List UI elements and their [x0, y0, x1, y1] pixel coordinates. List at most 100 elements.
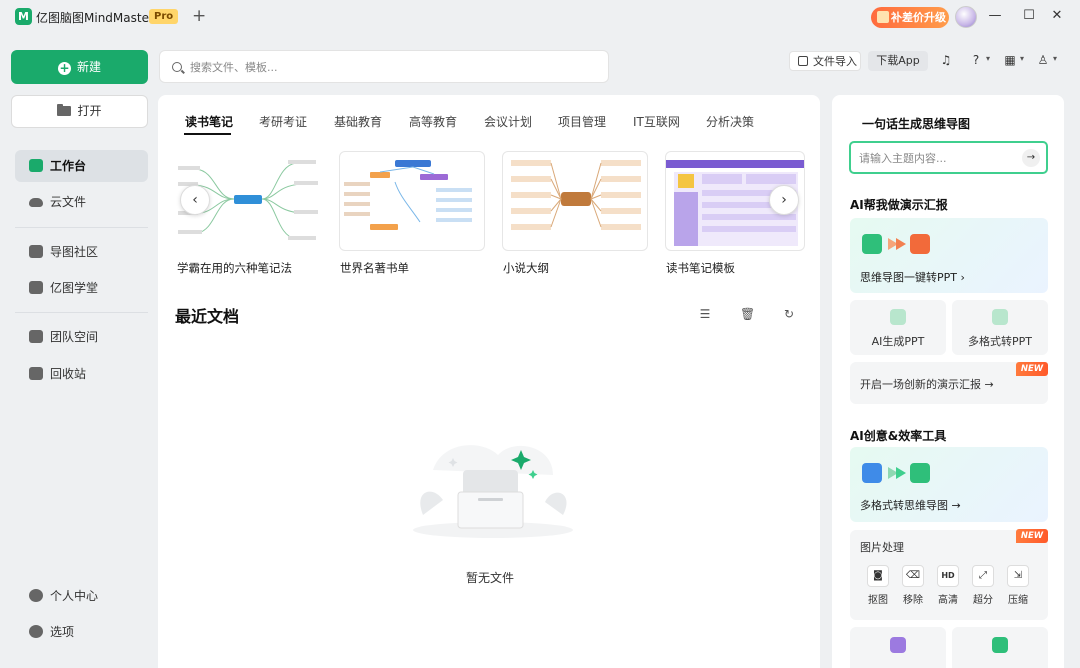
import-label: 文件导入 [813, 55, 857, 68]
app-name: 亿图脑图MindMaster [36, 11, 154, 25]
template-card-classics-booklist[interactable] [339, 151, 485, 251]
workbench-icon [29, 159, 43, 172]
new-badge: NEW [1016, 529, 1048, 543]
image-tool-compress[interactable]: ⇲ 压缩 [1005, 565, 1031, 606]
sidebar-item-school[interactable]: 亿图学堂 [15, 272, 148, 304]
upgrade-button[interactable]: 补差价升级 [871, 7, 949, 28]
refresh-icon[interactable]: ↻ [782, 307, 796, 321]
pro-badge: Pro [149, 9, 179, 24]
tab-exam[interactable]: 考研考证 [259, 113, 307, 130]
template-card-label: 世界名著书单 [340, 261, 409, 275]
carousel-prev-button[interactable]: ‹ [180, 185, 210, 215]
plus-icon: + [57, 61, 71, 75]
school-icon [29, 281, 43, 294]
sidebar-item-profile[interactable]: 个人中心 [15, 580, 148, 612]
tab-analysis-decision[interactable]: 分析决策 [706, 113, 754, 130]
image-tool-upscale[interactable]: ⤢ 超分 [970, 565, 996, 606]
search-bar[interactable] [159, 50, 609, 83]
theme-shirt-icon[interactable]: ♙ [1036, 53, 1050, 67]
open-label: 打开 [77, 104, 102, 118]
mindmap-to-ppt-label: 思维导图一键转PPT › [860, 271, 965, 284]
document-icon [890, 637, 906, 653]
list-view-icon[interactable]: ☰ [698, 307, 712, 321]
mindmap-to-ppt-icon [862, 234, 930, 254]
active-tab-indicator [184, 133, 231, 135]
sidebar-item-team[interactable]: 团队空间 [15, 321, 148, 353]
sidebar-item-community[interactable]: 导图社区 [15, 236, 148, 268]
gear-icon [29, 625, 43, 638]
upscale-icon: ⤢ [972, 565, 994, 587]
tab-reading-notes[interactable]: 读书笔记 [185, 113, 233, 130]
sidebar-item-trash[interactable]: 回收站 [15, 358, 148, 390]
ai-generate-title: 一句话生成思维导图 [862, 117, 971, 131]
sidebar-item-label: 团队空间 [50, 330, 99, 344]
image-tool-hd[interactable]: HD 高清 [935, 565, 961, 606]
format-to-mindmap-icon [862, 463, 930, 483]
download-app-button[interactable]: 下载App [868, 51, 928, 71]
ai-topic-input[interactable] [859, 150, 1019, 166]
ai-tools-title: AI创意&效率工具 [850, 429, 947, 443]
search-input[interactable] [190, 57, 590, 77]
ai-ppt-label: AI生成PPT [871, 335, 925, 348]
chevron-down-icon[interactable]: ▾ [1020, 54, 1024, 63]
sidebar-item-label: 工作台 [50, 159, 87, 173]
new-report-label: 开启一场创新的演示汇报 → [860, 378, 994, 391]
carousel-next-button[interactable]: › [769, 185, 799, 215]
minimize-button[interactable]: — [987, 8, 1003, 24]
multi-format-icon [992, 309, 1008, 325]
mindmap-thumbnail [511, 160, 641, 230]
multi-format-to-mindmap-card[interactable]: 多格式转思维导图 → [850, 447, 1048, 522]
tab-it-internet[interactable]: IT互联网 [633, 113, 680, 130]
apps-grid-icon[interactable]: ▦ [1003, 53, 1017, 67]
help-icon[interactable]: ? [969, 53, 983, 67]
sidebar-item-options[interactable]: 选项 [15, 616, 148, 648]
image-tool-label: 压缩 [1008, 595, 1028, 606]
user-icon [29, 589, 43, 602]
delete-icon[interactable]: 🗑 [740, 307, 755, 321]
compress-icon: ⇲ [1007, 565, 1029, 587]
folder-icon [57, 104, 72, 116]
ai-generate-ppt-card[interactable]: AI生成PPT [850, 300, 946, 355]
multi-format-to-ppt-card[interactable]: 多格式转PPT [952, 300, 1048, 355]
import-icon [798, 56, 808, 66]
tab-project-management[interactable]: 项目管理 [558, 113, 606, 130]
image-tool-label: 超分 [973, 595, 993, 606]
ai-topic-input-box[interactable]: → [849, 141, 1048, 174]
send-button[interactable]: → [1022, 149, 1040, 167]
avatar[interactable] [955, 6, 977, 28]
chevron-down-icon[interactable]: ▾ [986, 54, 990, 63]
new-tab-button[interactable]: + [192, 6, 206, 26]
hd-icon: HD [937, 565, 959, 587]
tab-meeting-plan[interactable]: 会议计划 [484, 113, 532, 130]
sidebar-item-label: 回收站 [50, 367, 87, 381]
sidebar-item-workbench[interactable]: 工作台 [15, 150, 148, 182]
maximize-button[interactable]: ☐ [1021, 8, 1037, 24]
tool-card-sheet[interactable] [952, 627, 1048, 668]
notification-bell-icon[interactable]: ♫ [939, 53, 953, 67]
multi-format-mindmap-label: 多格式转思维导图 → [860, 499, 961, 512]
team-icon [29, 330, 43, 343]
image-tool-remove[interactable]: ⌫ 移除 [900, 565, 926, 606]
divider [15, 312, 148, 313]
file-import-button[interactable]: 文件导入 [789, 51, 861, 71]
mindmap-thumbnail [344, 160, 472, 230]
template-card-label: 读书笔记模板 [666, 261, 735, 275]
cutout-icon: ◙ [867, 565, 889, 587]
template-card-novel-outline[interactable] [502, 151, 648, 251]
sidebar-item-cloud[interactable]: 云文件 [15, 186, 148, 218]
tab-basic-education[interactable]: 基础教育 [334, 113, 382, 130]
image-tool-cutout[interactable]: ◙ 抠图 [865, 565, 891, 606]
search-icon [172, 62, 182, 72]
tool-card-document[interactable] [850, 627, 946, 668]
image-tool-label: 移除 [903, 595, 923, 606]
app-logo-icon: M [15, 8, 32, 25]
title-bar: M 亿图脑图MindMaster Pro + 补差价升级 — ☐ ✕ [0, 0, 1080, 34]
mindmap-to-ppt-card[interactable]: 思维导图一键转PPT › [850, 218, 1048, 293]
image-tool-label: 抠图 [868, 595, 888, 606]
tab-higher-education[interactable]: 高等教育 [409, 113, 457, 130]
chevron-down-icon[interactable]: ▾ [1053, 54, 1057, 63]
template-card-label: 小说大纲 [503, 261, 549, 275]
open-button[interactable]: 打开 [11, 95, 148, 128]
new-button[interactable]: + 新建 [11, 50, 148, 84]
close-button[interactable]: ✕ [1049, 8, 1065, 24]
